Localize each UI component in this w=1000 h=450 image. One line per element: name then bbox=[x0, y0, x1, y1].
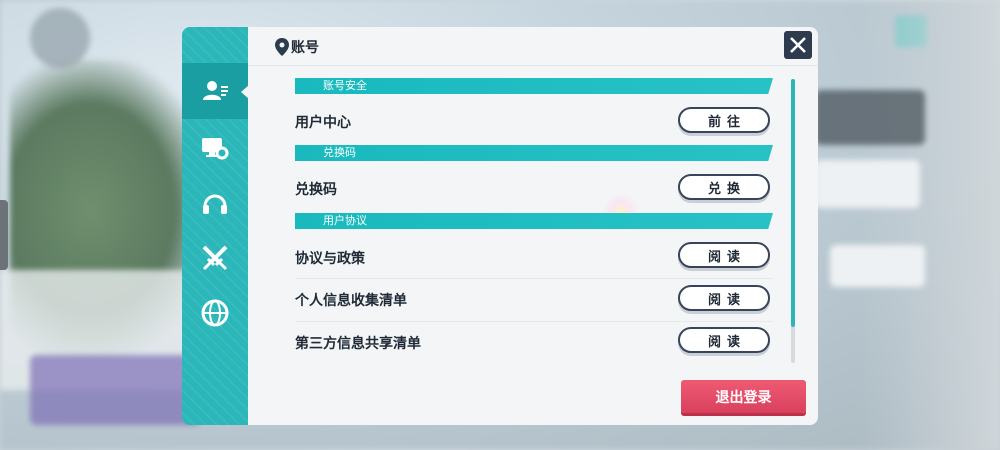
background-card bbox=[30, 355, 200, 425]
background-menu-button-1 bbox=[815, 90, 925, 145]
logout-button[interactable]: 退出登录 bbox=[681, 380, 806, 413]
panel-header: 账号 bbox=[248, 27, 818, 66]
display-settings-icon bbox=[202, 138, 229, 160]
row-label-personal-info-list: 个人信息收集清单 bbox=[295, 293, 407, 309]
sidebar-item-account[interactable] bbox=[182, 63, 249, 119]
section-header-redeem-code: 兑换码 bbox=[295, 145, 773, 161]
sidebar-item-display[interactable] bbox=[182, 120, 248, 176]
background-fade bbox=[860, 0, 1000, 450]
account-icon bbox=[203, 81, 228, 100]
section-title: 用户协议 bbox=[323, 214, 367, 227]
row-divider bbox=[295, 278, 773, 279]
sidebar-item-combat[interactable] bbox=[182, 230, 248, 286]
background-menu-button-2 bbox=[815, 160, 920, 208]
redeem-button[interactable]: 兑换 bbox=[678, 174, 770, 200]
sidebar-item-language[interactable] bbox=[182, 285, 248, 341]
page-title: 账号 bbox=[291, 40, 319, 56]
globe-icon bbox=[201, 299, 229, 327]
close-icon bbox=[790, 37, 806, 53]
sidebar-item-audio[interactable] bbox=[182, 175, 248, 231]
read-third-party-button[interactable]: 阅读 bbox=[678, 327, 770, 353]
read-agreement-button[interactable]: 阅读 bbox=[678, 242, 770, 268]
background-avatar bbox=[30, 8, 90, 68]
account-panel: 账号 账号安全 用户中心 前往 兑换码 兑换码 兑换 用户协议 协议与政策 阅读… bbox=[248, 27, 818, 425]
row-label-third-party-list: 第三方信息共享清单 bbox=[295, 336, 421, 352]
go-user-center-button[interactable]: 前往 bbox=[678, 107, 770, 133]
section-title: 兑换码 bbox=[323, 146, 356, 159]
crossed-swords-icon bbox=[202, 245, 228, 271]
edge-handle[interactable] bbox=[0, 200, 8, 270]
row-label-redeem-code: 兑换码 bbox=[295, 182, 337, 198]
section-header-account-security: 账号安全 bbox=[295, 78, 773, 94]
section-header-user-agreement: 用户协议 bbox=[295, 213, 773, 229]
background-menu-button-3 bbox=[830, 245, 925, 287]
location-pin-icon bbox=[275, 38, 289, 56]
headphones-icon bbox=[203, 194, 227, 214]
close-button[interactable] bbox=[784, 31, 812, 59]
row-label-agreement-policy: 协议与政策 bbox=[295, 251, 365, 267]
row-divider bbox=[295, 321, 773, 322]
scrollbar-thumb[interactable] bbox=[791, 79, 795, 327]
section-title: 账号安全 bbox=[323, 79, 367, 92]
row-label-user-center: 用户中心 bbox=[295, 115, 351, 131]
read-personal-info-button[interactable]: 阅读 bbox=[678, 285, 770, 311]
settings-sidebar bbox=[182, 27, 249, 425]
